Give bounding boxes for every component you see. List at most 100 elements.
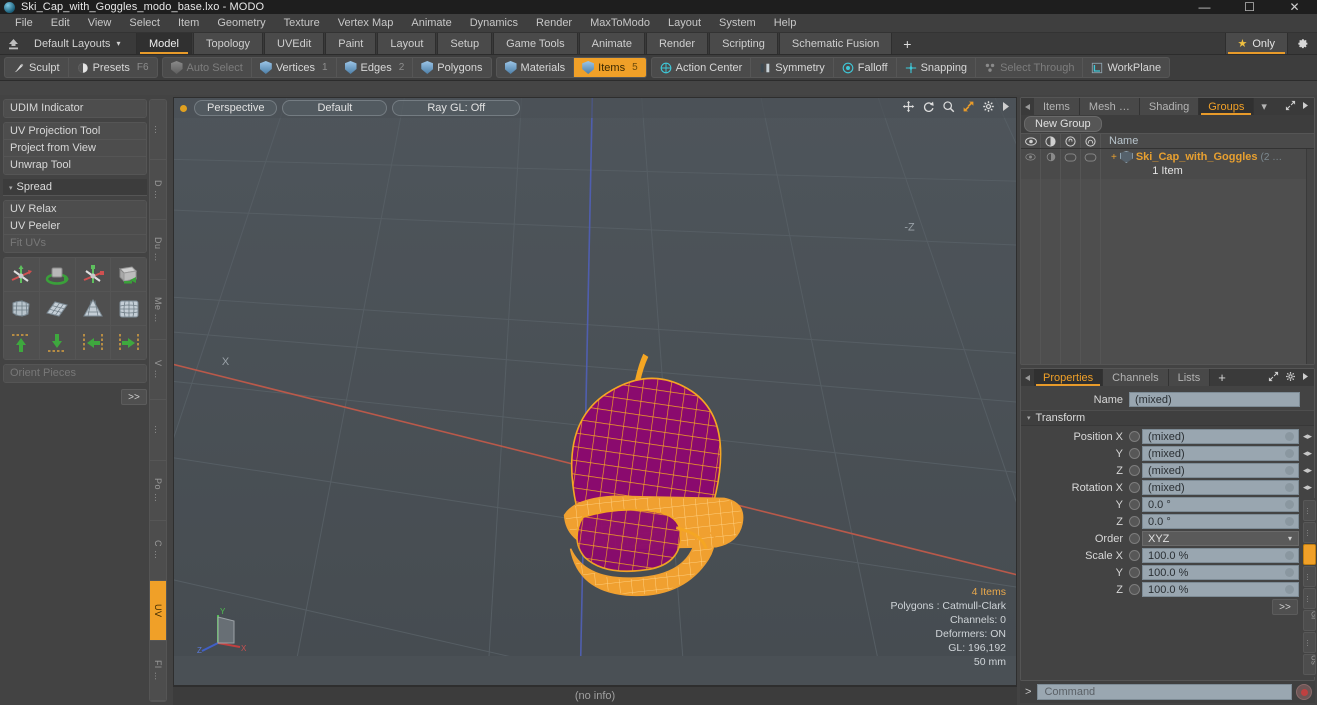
row-render-icon[interactable] <box>1041 149 1061 165</box>
lock-icon[interactable] <box>1285 517 1294 526</box>
presets-button[interactable]: Presets F6 <box>69 58 157 77</box>
uv-flip-icon[interactable] <box>111 258 146 291</box>
uv-cone-icon[interactable] <box>75 292 111 325</box>
uv-align-right-icon[interactable] <box>111 326 146 359</box>
right-vtab-6[interactable]: … <box>1303 632 1316 653</box>
tabbar-left-arrow[interactable] <box>1021 98 1034 115</box>
lock-icon[interactable] <box>1061 134 1081 148</box>
uv-fit-mesh-icon[interactable] <box>4 292 39 325</box>
tab-properties[interactable]: Properties <box>1034 369 1104 386</box>
tab-lists[interactable]: Lists <box>1168 369 1211 386</box>
select-through-button[interactable]: Select Through <box>976 58 1084 77</box>
udim-indicator-button[interactable]: UDIM Indicator <box>4 100 146 117</box>
chevron-right-icon[interactable] <box>1302 101 1309 113</box>
uv-relax-button[interactable]: UV Relax <box>4 201 146 218</box>
left-vtab-2[interactable]: Du … <box>150 220 166 281</box>
uv-move-axis-icon[interactable] <box>4 258 39 291</box>
group-tree-body[interactable]: + Ski_Cap_with_Goggles (2 … 1 Item <box>1021 149 1314 364</box>
right-vtab-7[interactable]: Us … <box>1303 654 1316 675</box>
right-vtab-2[interactable] <box>1303 544 1316 565</box>
menu-texture[interactable]: Texture <box>275 14 329 33</box>
tab-groups[interactable]: Groups <box>1199 98 1255 115</box>
property-radio[interactable] <box>1129 550 1140 561</box>
row-ghost-toggle[interactable] <box>1081 149 1101 165</box>
property-value-field[interactable]: 100.0 % <box>1142 565 1299 580</box>
property-stepper[interactable]: ◂▸ <box>1301 465 1314 476</box>
property-value-field[interactable]: 0.0 ° <box>1142 514 1299 529</box>
tab-items[interactable]: Items <box>1034 98 1080 115</box>
viewport-shading-button[interactable]: Default <box>282 100 388 116</box>
lock-icon[interactable] <box>1285 585 1294 594</box>
groups-tab-dropdown[interactable]: ▾ <box>1254 98 1274 115</box>
layout-tab-model[interactable]: Model <box>136 33 192 54</box>
ghost-icon[interactable] <box>1081 134 1101 148</box>
left-panel-more-button[interactable]: >> <box>121 389 147 405</box>
left-vtab-1[interactable]: D … <box>150 160 166 221</box>
property-radio[interactable] <box>1129 499 1140 510</box>
table-row[interactable]: + Ski_Cap_with_Goggles (2 … <box>1021 149 1314 165</box>
viewport-raygl-button[interactable]: Ray GL: Off <box>392 100 521 116</box>
layout-tab-paint[interactable]: Paint <box>325 33 377 54</box>
menu-system[interactable]: System <box>710 14 765 33</box>
lock-icon[interactable] <box>1285 551 1294 560</box>
polygons-button[interactable]: Polygons <box>413 58 490 77</box>
property-radio[interactable] <box>1129 448 1140 459</box>
right-vtab-5[interactable]: Gr … <box>1303 610 1316 631</box>
lock-icon[interactable] <box>1285 449 1294 458</box>
uv-rotate-icon[interactable] <box>39 258 75 291</box>
tab-mesh-[interactable]: Mesh … <box>1079 98 1140 115</box>
uv-peeler-button[interactable]: UV Peeler <box>4 218 146 235</box>
spread-section-header[interactable]: ▾ Spread <box>3 179 147 196</box>
property-radio[interactable] <box>1129 567 1140 578</box>
menu-view[interactable]: View <box>79 14 121 33</box>
eye-icon[interactable] <box>1021 134 1041 148</box>
symmetry-button[interactable]: Symmetry <box>751 58 834 77</box>
gear-icon[interactable] <box>1285 371 1296 385</box>
new-group-button[interactable]: New Group <box>1024 116 1102 132</box>
row-lock-toggle[interactable] <box>1061 149 1081 165</box>
uv-align-down-icon[interactable] <box>39 326 75 359</box>
menu-layout[interactable]: Layout <box>659 14 710 33</box>
perspective-viewport[interactable]: -Z X Perspective Default Ray GL: Off 4 I… <box>173 97 1017 686</box>
uv-scale-axis-icon[interactable] <box>75 258 111 291</box>
property-value-field[interactable]: (mixed) <box>1142 446 1299 461</box>
action-center-button[interactable]: Action Center <box>652 58 752 77</box>
layout-tab-game-tools[interactable]: Game Tools <box>493 33 578 54</box>
left-vtab-7[interactable]: C … <box>150 520 166 581</box>
property-radio[interactable] <box>1129 516 1140 527</box>
sculpt-button[interactable]: Sculpt <box>5 58 69 77</box>
menu-select[interactable]: Select <box>120 14 169 33</box>
edges-button[interactable]: Edges 2 <box>337 58 414 77</box>
layout-tab-layout[interactable]: Layout <box>377 33 437 54</box>
property-radio[interactable] <box>1129 533 1140 544</box>
only-toggle-button[interactable]: ★ Only <box>1224 33 1287 54</box>
gear-icon[interactable] <box>1287 33 1317 54</box>
layout-tab-uvedit[interactable]: UVEdit <box>264 33 325 54</box>
minimize-button[interactable]: — <box>1182 0 1227 14</box>
tree-scrollbar[interactable] <box>1306 149 1314 364</box>
left-vtab-9[interactable]: Fl … <box>150 640 166 701</box>
lock-icon[interactable] <box>1285 432 1294 441</box>
lock-icon[interactable] <box>1285 483 1294 492</box>
right-vtab-3[interactable]: … <box>1303 566 1316 587</box>
fit-icon[interactable] <box>962 100 975 116</box>
viewport-mode-button[interactable]: Perspective <box>194 100 278 116</box>
close-button[interactable]: ✕ <box>1272 0 1317 14</box>
materials-button[interactable]: Materials <box>497 58 575 77</box>
expand-icon[interactable] <box>1268 371 1279 385</box>
maximize-button[interactable]: ☐ <box>1227 0 1272 14</box>
tab-channels[interactable]: Channels <box>1103 369 1169 386</box>
menu-geometry[interactable]: Geometry <box>208 14 274 33</box>
lock-icon[interactable] <box>1285 466 1294 475</box>
property-stepper[interactable]: ◂▸ <box>1301 482 1314 493</box>
property-value-field[interactable]: (mixed) <box>1142 463 1299 478</box>
left-vtab-5[interactable]: … <box>150 400 166 461</box>
home-up-icon[interactable] <box>0 33 26 54</box>
menu-item[interactable]: Item <box>169 14 208 33</box>
right-vtab-0[interactable]: … <box>1303 500 1316 521</box>
uv-projection-tool-button[interactable]: UV Projection Tool <box>4 123 146 140</box>
items-button[interactable]: Items 5 <box>574 58 646 77</box>
layout-tab-render[interactable]: Render <box>645 33 709 54</box>
menu-animate[interactable]: Animate <box>402 14 460 33</box>
row-eye-icon[interactable] <box>1021 149 1041 165</box>
